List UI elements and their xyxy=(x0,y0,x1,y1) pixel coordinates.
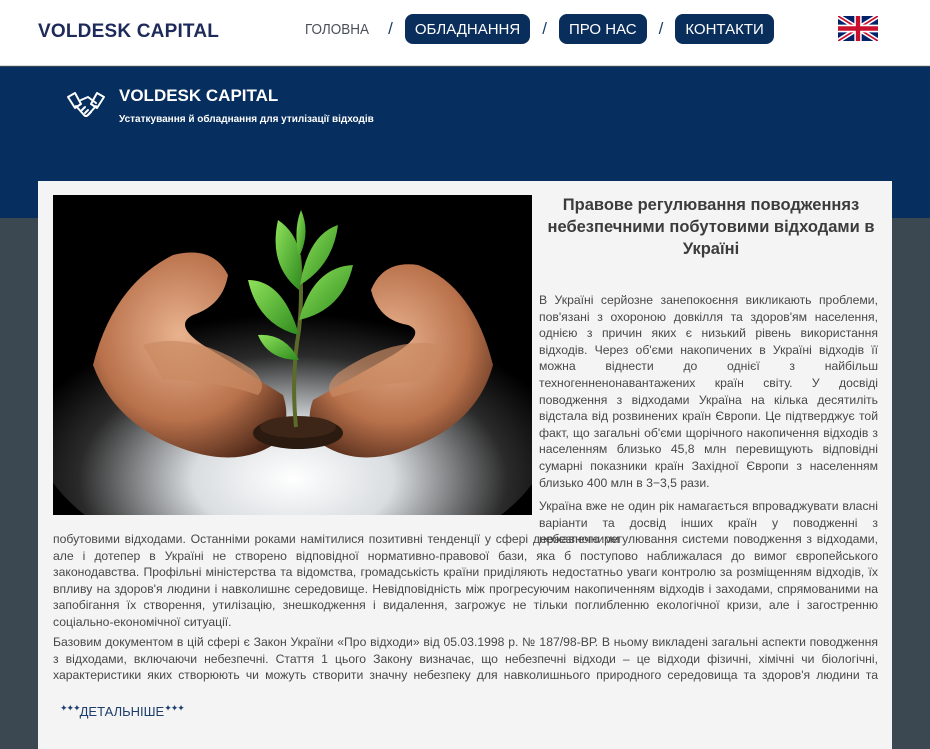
article-card: Правове регулювання поводженняз небезпеч… xyxy=(38,181,892,749)
read-more-label: ДЕТАЛЬНІШЕ xyxy=(79,704,165,719)
uk-flag-icon[interactable] xyxy=(838,16,878,41)
decor-stars-icon: ✦✦✦ xyxy=(60,703,81,713)
nav-separator: / xyxy=(658,19,664,38)
nav-separator: / xyxy=(542,19,547,38)
top-header: VOLDESK CAPITAL ГОЛОВНА / ОБЛАДНАННЯ / П… xyxy=(0,0,930,66)
decor-stars-icon: ✦✦✦ xyxy=(164,703,185,713)
band-title: VOLDESK CAPITAL xyxy=(119,86,279,105)
article-paragraph-1: В Україні серйозне занепокоєння викликаю… xyxy=(539,293,878,490)
main-nav: ГОЛОВНА / ОБЛАДНАННЯ / ПРО НАС / КОНТАКТ… xyxy=(305,14,774,44)
nav-item-equipment-label: ОБЛАДНАННЯ xyxy=(414,20,521,38)
hands-seedling-image xyxy=(53,195,532,515)
handshake-icon xyxy=(67,92,105,117)
nav-separator: / xyxy=(388,19,393,38)
nav-item-equipment[interactable]: ОБЛАДНАННЯ xyxy=(404,14,531,44)
site-logo[interactable]: VOLDESK CAPITAL xyxy=(38,21,219,43)
nav-item-about[interactable]: ПРО НАС xyxy=(558,14,647,44)
nav-item-about-label: ПРО НАС xyxy=(568,20,637,38)
nav-item-contacts-label: КОНТАКТИ xyxy=(685,20,764,38)
article-title: Правове регулювання поводженняз небезпеч… xyxy=(547,196,875,258)
read-more-link[interactable]: ✦✦✦ДЕТАЛЬНІШЕ✦✦✦ xyxy=(60,703,185,719)
band-subtitle: Устаткування й обладнання для утилізації… xyxy=(119,114,374,125)
nav-item-contacts[interactable]: КОНТАКТИ xyxy=(675,14,774,44)
article-paragraph-3: Базовим документом в цій сфері є Закон У… xyxy=(53,635,878,685)
article-paragraph-2-rest: побутовими відходами. Останніми роками н… xyxy=(53,532,878,629)
nav-item-home[interactable]: ГОЛОВНА xyxy=(305,21,369,38)
